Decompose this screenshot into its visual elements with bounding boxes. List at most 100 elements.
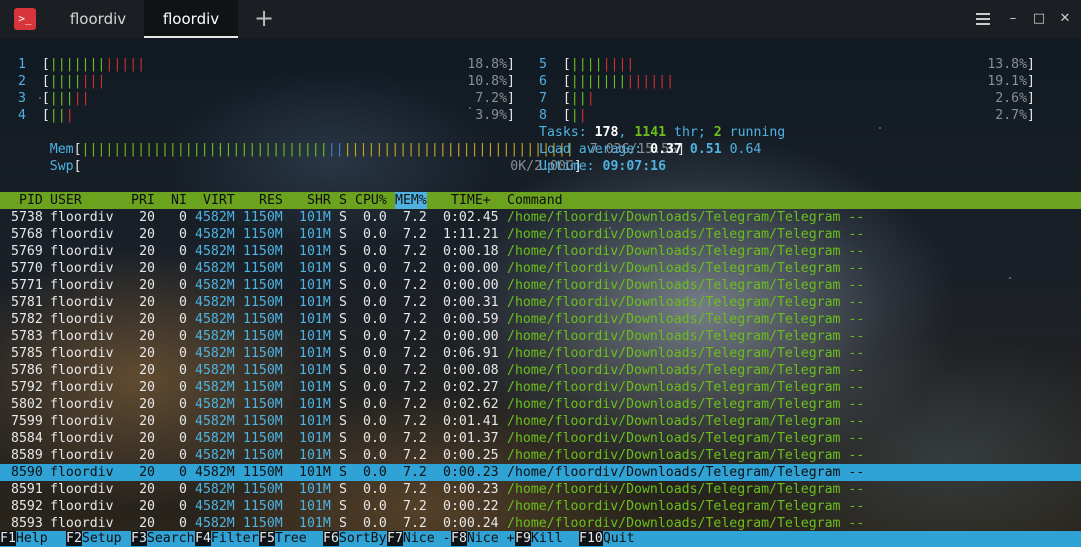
table-row[interactable]: 5782 floordiv 20 0 4582M 1150M 101M S 0.0 7.2 0:00… xyxy=(0,311,1081,328)
fkey-f4[interactable]: F4Filter xyxy=(195,531,259,547)
table-row[interactable]: 5768 floordiv 20 0 4582M 1150M 101M S 0.0 7.2 1:11… xyxy=(0,226,1081,243)
cell-res: 1150M xyxy=(243,329,283,344)
fkey-key: F6 xyxy=(323,531,339,546)
cpu-meter-8: 8 [|| xyxy=(539,108,587,123)
fkey-key: F1 xyxy=(0,531,16,546)
cell-res: 1150M xyxy=(243,499,283,514)
cell-user: floordiv xyxy=(50,380,114,395)
cell-pid: 5792 xyxy=(11,380,43,395)
htop-terminal[interactable]: 1 [|||||||||||| 18.8%] 2 [||||||| 10.8%] 3 [… xyxy=(0,38,1081,547)
maximize-icon[interactable]: □ xyxy=(1029,0,1049,38)
table-row[interactable]: 5738 floordiv 20 0 4582M 1150M 101M S 0.0 7.2 0:02… xyxy=(0,209,1081,226)
col-time[interactable]: TIME+ xyxy=(451,192,491,209)
cell-pid: 5771 xyxy=(11,278,43,293)
table-row[interactable]: 5771 floordiv 20 0 4582M 1150M 101M S 0.0 7.2 0:00… xyxy=(0,277,1081,294)
col-mem-sorted[interactable]: MEM% xyxy=(395,192,427,209)
cell-ni: 0 xyxy=(179,312,187,327)
table-row[interactable]: 7599 floordiv 20 0 4582M 1150M 101M S 0.0 7.2 0:01… xyxy=(0,413,1081,430)
cell-pri: 20 xyxy=(139,414,155,429)
fkey-f8[interactable]: F8Nice + xyxy=(451,531,515,547)
table-row[interactable]: 5770 floordiv 20 0 4582M 1150M 101M S 0.0 7.2 0:00… xyxy=(0,260,1081,277)
cell-time: 0:02.45 xyxy=(443,210,499,225)
cell-shr: 101M xyxy=(299,414,331,429)
cell-ni: 0 xyxy=(179,227,187,242)
table-row[interactable]: 5769 floordiv 20 0 4582M 1150M 101M S 0.0 7.2 0:00… xyxy=(0,243,1081,260)
tab-1[interactable]: floordiv xyxy=(52,0,144,38)
cell-shr: 101M xyxy=(299,516,331,531)
fkey-label: Help xyxy=(15,531,48,546)
cell-s: S xyxy=(339,295,347,310)
cell-cmd: /home/floordiv/Downloads/Telegram/Telegr… xyxy=(507,295,865,310)
table-row[interactable]: 5802 floordiv 20 0 4582M 1150M 101M S 0.0 7.2 0:02… xyxy=(0,396,1081,413)
table-row[interactable]: 5781 floordiv 20 0 4582M 1150M 101M S 0.0 7.2 0:00… xyxy=(0,294,1081,311)
cpu-id: 7 xyxy=(539,91,547,106)
swp-meter: Swp[ 0K/2.00G] xyxy=(49,159,582,174)
cell-s: S xyxy=(339,414,347,429)
cell-shr: 101M xyxy=(299,397,331,412)
col-user[interactable]: USER xyxy=(50,192,82,209)
cell-res: 1150M xyxy=(243,363,283,378)
col-ni[interactable]: NI xyxy=(171,192,187,209)
col-command[interactable]: Command xyxy=(507,192,563,209)
cell-s: S xyxy=(339,346,347,361)
table-row[interactable]: 8592 floordiv 20 0 4582M 1150M 101M S 0.0 7.2 0:00… xyxy=(0,498,1081,515)
col-shr[interactable]: SHR xyxy=(307,192,331,209)
fkey-f5[interactable]: F5Tree xyxy=(259,531,307,547)
cell-ni: 0 xyxy=(179,516,187,531)
cell-user: floordiv xyxy=(50,261,114,276)
table-row[interactable]: 5783 floordiv 20 0 4582M 1150M 101M S 0.0 7.2 0:00… xyxy=(0,328,1081,345)
cpu-percent-3: 7.2%] xyxy=(475,91,515,106)
terminal-icon[interactable]: >_ xyxy=(14,8,36,30)
cell-cpu: 0.0 xyxy=(363,431,387,446)
col-pri[interactable]: PRI xyxy=(131,192,155,209)
fkey-f1[interactable]: F1Help xyxy=(0,531,48,547)
cpu-meter-7: 7 [||| xyxy=(539,91,595,106)
table-row[interactable]: 8593 floordiv 20 0 4582M 1150M 101M S 0.0 7.2 0:00… xyxy=(0,515,1081,532)
fkey-f10[interactable]: F10Quit xyxy=(579,531,635,547)
fkey-label: Setup xyxy=(81,531,122,546)
table-row[interactable]: 8584 floordiv 20 0 4582M 1150M 101M S 0.0 7.2 0:01… xyxy=(0,430,1081,447)
cell-res: 1150M xyxy=(243,482,283,497)
menu-icon[interactable] xyxy=(976,13,990,28)
tab-2[interactable]: floordiv xyxy=(144,0,238,38)
table-row[interactable]: 5792 floordiv 20 0 4582M 1150M 101M S 0.0 7.2 0:02… xyxy=(0,379,1081,396)
fkey-f3[interactable]: F3Search xyxy=(131,531,195,547)
cpu-meter-4: 4 [||| xyxy=(18,108,74,123)
cell-pid: 8593 xyxy=(11,516,43,531)
cell-res: 1150M xyxy=(243,210,283,225)
fkey-label: Nice + xyxy=(466,531,515,546)
cell-shr: 101M xyxy=(299,431,331,446)
fkey-f7[interactable]: F7Nice - xyxy=(387,531,451,547)
table-row[interactable]: 5785 floordiv 20 0 4582M 1150M 101M S 0.0 7.2 0:06… xyxy=(0,345,1081,362)
col-state[interactable]: S xyxy=(339,192,347,209)
col-pid[interactable]: PID xyxy=(19,192,43,209)
table-row[interactable]: 8589 floordiv 20 0 4582M 1150M 101M S 0.0 7.2 0:00… xyxy=(0,447,1081,464)
cell-virt: 4582M xyxy=(195,448,235,463)
cell-time: 0:00.24 xyxy=(443,516,499,531)
cell-cmd: /home/floordiv/Downloads/Telegram/Telegr… xyxy=(507,516,865,531)
cell-res: 1150M xyxy=(243,295,283,310)
cell-user: floordiv xyxy=(50,329,114,344)
cell-pid: 7599 xyxy=(11,414,43,429)
fkey-f2[interactable]: F2Setup xyxy=(66,531,122,547)
col-cpu[interactable]: CPU% xyxy=(355,192,387,209)
cell-virt: 4582M xyxy=(195,329,235,344)
cell-shr: 101M xyxy=(299,482,331,497)
table-row[interactable]: 5786 floordiv 20 0 4582M 1150M 101M S 0.0 7.2 0:00… xyxy=(0,362,1081,379)
close-icon[interactable]: ✕ xyxy=(1055,0,1075,38)
cell-pri: 20 xyxy=(139,346,155,361)
table-row-selected[interactable]: 8590 floordiv 20 0 4582M 1150M 101M S 0.0 7.2 0:00… xyxy=(0,464,1081,481)
col-virt[interactable]: VIRT xyxy=(203,192,235,209)
new-tab-icon[interactable]: + xyxy=(254,0,274,38)
cell-time: 0:02.27 xyxy=(443,380,499,395)
cpu-percent-5: 13.8%] xyxy=(987,57,1035,72)
cell-ni: 0 xyxy=(179,448,187,463)
col-res[interactable]: RES xyxy=(259,192,283,209)
cell-res: 1150M xyxy=(243,431,283,446)
table-row[interactable]: 8591 floordiv 20 0 4582M 1150M 101M S 0.0 7.2 0:00… xyxy=(0,481,1081,498)
minimize-icon[interactable]: – xyxy=(1003,0,1023,38)
fkey-f9[interactable]: F9Kill xyxy=(515,531,563,547)
cell-virt: 4582M xyxy=(195,261,235,276)
fkey-f6[interactable]: F6SortBy xyxy=(323,531,387,547)
fkey-label: Kill xyxy=(530,531,563,546)
